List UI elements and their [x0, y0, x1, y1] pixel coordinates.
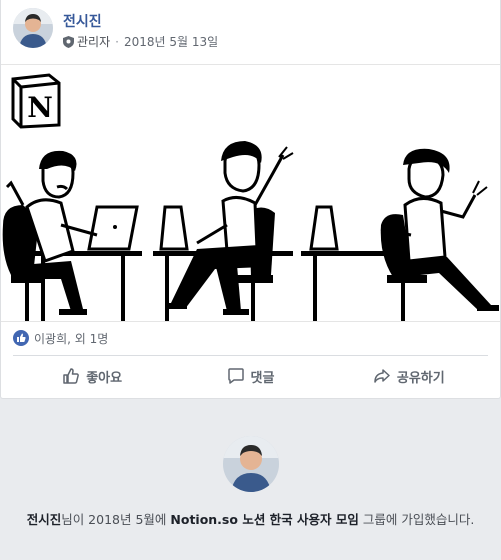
admin-role-label: 관리자 [77, 35, 111, 49]
join-text-part1: 님이 2018년 5월에 [61, 512, 171, 527]
author-name[interactable]: 전시진 [63, 11, 102, 31]
meta-separator: · [115, 34, 119, 49]
notion-logo-icon: N [11, 73, 61, 129]
like-button[interactable]: 좋아요 [13, 359, 171, 393]
group-name[interactable]: Notion.so 노션 한국 사용자 모임 [170, 512, 358, 527]
comment-label: 댓글 [250, 370, 275, 386]
group-join-notice: 전시진님이 2018년 5월에 Notion.so 노션 한국 사용자 모임 그… [0, 420, 501, 530]
post-card: 전시진 관리자 · 2018년 5월 13일 N 이광희, 외 1명 좋아요 댓… [0, 0, 501, 399]
thumbs-up-icon [63, 368, 80, 384]
reactions-summary[interactable]: 이광희, 외 1명 [13, 328, 108, 348]
person-right [380, 148, 499, 321]
like-reaction-icon [13, 330, 29, 346]
admin-shield-icon [63, 35, 74, 48]
comment-button[interactable]: 댓글 [171, 359, 329, 393]
share-icon [374, 369, 390, 383]
share-label: 공유하기 [396, 370, 445, 386]
share-button[interactable]: 공유하기 [330, 359, 488, 393]
join-text: 전시진님이 2018년 5월에 Notion.so 노션 한국 사용자 모임 그… [0, 510, 501, 530]
post-actions: 좋아요 댓글 공유하기 [13, 359, 488, 393]
svg-text:N: N [27, 91, 53, 124]
comment-icon [227, 368, 244, 384]
post-date[interactable]: 2018년 5월 13일 [124, 33, 218, 50]
reactions-text: 이광희, 외 1명 [34, 331, 109, 346]
notion-illustration: N [2, 73, 499, 321]
actions-divider [13, 355, 488, 356]
like-label: 좋아요 [86, 370, 123, 386]
member-avatar[interactable] [222, 436, 279, 492]
member-name[interactable]: 전시진 [27, 512, 62, 527]
person-left [2, 150, 98, 321]
post-image[interactable]: N [1, 64, 500, 322]
join-text-part2: 그룹에 가입했습니다. [358, 512, 475, 527]
author-avatar[interactable] [13, 8, 53, 48]
post-meta: 관리자 · 2018년 5월 13일 [63, 33, 218, 50]
